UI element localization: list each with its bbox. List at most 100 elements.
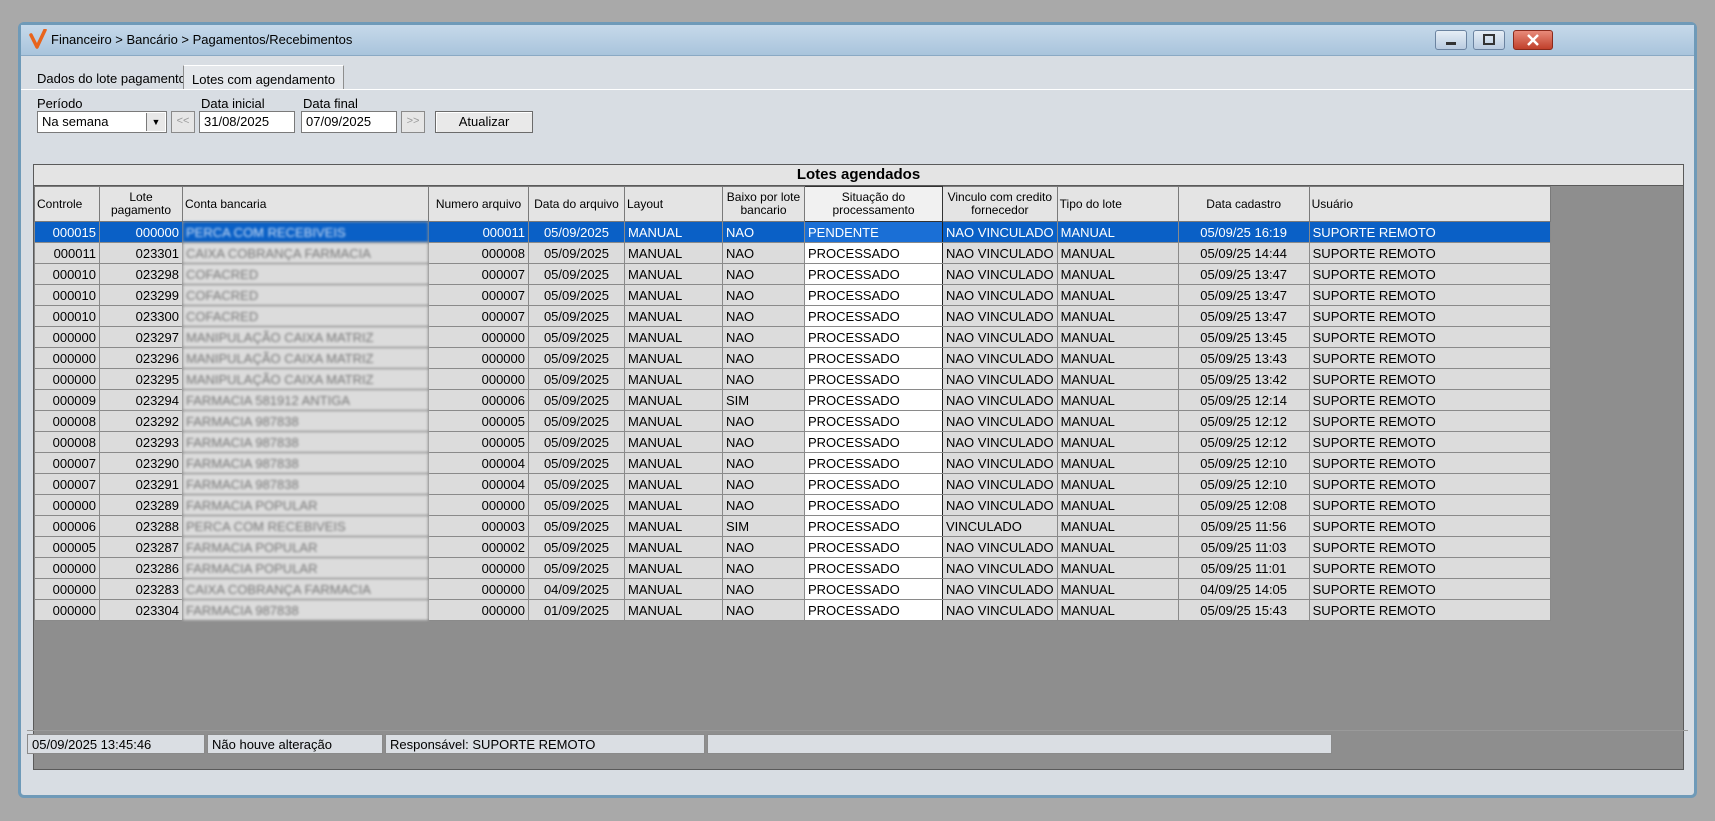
column-header-lote-pagamento[interactable]: Lote pagamento [99,186,183,222]
table-row[interactable]: 000008 023293 FARMACIA 987838 000005 05/09/2… [34,431,1551,453]
table-row[interactable]: 000009 023294 FARMACIA 581912 ANTIGA 000006… [34,389,1551,411]
table-row[interactable]: 000010 023298 COFACRED 000007 05/09/2025 MANU… [34,263,1551,285]
col-baixo-lote-cell: NAO [722,431,805,453]
prev-period-button[interactable]: << [171,111,195,133]
close-icon [1527,34,1539,46]
column-header-numero-arquivo[interactable]: Numero arquivo [428,186,529,222]
data-final-input[interactable]: 07/09/2025 [301,111,397,133]
column-header-situacao[interactable]: Situação do processamento [804,186,943,222]
col-data-arquivo-cell: 05/09/2025 [528,473,625,495]
col-baixo-lote-cell: NAO [722,263,805,285]
col-tipo-lote-cell: MANUAL [1056,536,1179,558]
col-conta-bancaria-cell: FARMACIA 987838 [182,599,429,621]
col-data-cadastro-cell: 05/09/25 11:01 [1177,557,1310,579]
col-tipo-lote-cell: MANUAL [1056,284,1179,306]
table-row[interactable]: 000010 023300 COFACRED 000007 05/09/2025 MANU… [34,305,1551,327]
periodo-select[interactable]: Na semana ▼ [37,111,167,133]
col-conta-bancaria-cell: FARMACIA 581912 ANTIGA [182,389,429,411]
col-vinculo-cell: NAO VINCULADO [942,389,1058,411]
restore-button[interactable] [1473,30,1505,50]
table-row[interactable]: 000007 023291 FARMACIA 987838 000004 05/09/2… [34,473,1551,495]
table-row[interactable]: 000010 023299 COFACRED 000007 05/09/2025 MANU… [34,284,1551,306]
column-header-data-arquivo[interactable]: Data do arquivo [528,186,625,222]
col-layout-cell: MANUAL [624,221,723,243]
col-conta-bancaria-cell: PERCA COM RECEBIVEIS [182,515,429,537]
col-usuario-cell: SUPORTE REMOTO [1308,410,1551,432]
data-inicial-input[interactable]: 31/08/2025 [199,111,295,133]
table-row[interactable]: 000005 023287 FARMACIA POPULAR 000002 05/09/… [34,536,1551,558]
col-vinculo-cell: NAO VINCULADO [942,242,1058,264]
minimize-button[interactable] [1435,30,1467,50]
atualizar-button[interactable]: Atualizar [435,111,533,133]
col-baixo-lote-cell: NAO [722,536,805,558]
col-usuario-cell: SUPORTE REMOTO [1308,473,1551,495]
col-data-arquivo-cell: 05/09/2025 [528,431,625,453]
col-situacao-cell: PROCESSADO [804,578,943,600]
col-vinculo-cell: NAO VINCULADO [942,557,1058,579]
col-situacao-cell: PROCESSADO [804,305,943,327]
table-row[interactable]: 000015 000000 PERCA COM RECEBIVEIS 000011 05… [34,221,1551,243]
table-row[interactable]: 000008 023292 FARMACIA 987838 000005 05/09/2… [34,410,1551,432]
table-row[interactable]: 000000 023295 MANIPULAÇÃO CAIXA MATRIZ 0000… [34,368,1551,390]
table-row[interactable]: 000000 023297 MANIPULAÇÃO CAIXA MATRIZ 0000… [34,326,1551,348]
col-usuario-cell: SUPORTE REMOTO [1308,599,1551,621]
table-row[interactable]: 000000 023283 CAIXA COBRANÇA FARMACIA 00000… [34,578,1551,600]
next-period-button[interactable]: >> [401,111,425,133]
col-data-cadastro-cell: 05/09/25 14:44 [1177,242,1310,264]
col-numero-arquivo-cell: 000006 [428,389,529,411]
table-row[interactable]: 000011 023301 CAIXA COBRANÇA FARMACIA 00000… [34,242,1551,264]
col-vinculo-cell: NAO VINCULADO [942,221,1058,243]
col-data-cadastro-cell: 05/09/25 13:47 [1177,305,1310,327]
col-layout-cell: MANUAL [624,599,723,621]
col-baixo-lote-cell: SIM [722,515,805,537]
col-data-cadastro-cell: 05/09/25 16:19 [1177,221,1310,243]
col-controle-cell: 000007 [34,452,100,474]
col-lote-pagamento-cell: 023293 [99,431,183,453]
periodo-value: Na semana [42,114,109,129]
col-controle-cell: 000010 [34,263,100,285]
tab-dados-lote[interactable]: Dados do lote pagamento [29,65,194,89]
col-baixo-lote-cell: NAO [722,347,805,369]
col-usuario-cell: SUPORTE REMOTO [1308,431,1551,453]
column-header-controle[interactable]: Controle [34,186,100,222]
column-header-baixo-lote[interactable]: Baixo por lote bancario [722,186,805,222]
table-row[interactable]: 000000 023286 FARMACIA POPULAR 000000 05/09/… [34,557,1551,579]
close-button[interactable] [1513,30,1553,50]
table-row[interactable]: 000007 023290 FARMACIA 987838 000004 05/09/2… [34,452,1551,474]
col-vinculo-cell: NAO VINCULADO [942,410,1058,432]
col-situacao-cell: PROCESSADO [804,368,943,390]
col-baixo-lote-cell: NAO [722,452,805,474]
column-header-layout[interactable]: Layout [624,186,723,222]
col-usuario-cell: SUPORTE REMOTO [1308,515,1551,537]
column-header-vinculo[interactable]: Vinculo com credito fornecedor [942,186,1058,222]
col-conta-bancaria-cell: COFACRED [182,263,429,285]
table-row[interactable]: 000000 023289 FARMACIA POPULAR 000000 05/09/… [34,494,1551,516]
col-baixo-lote-cell: NAO [722,557,805,579]
col-numero-arquivo-cell: 000000 [428,557,529,579]
col-usuario-cell: SUPORTE REMOTO [1308,305,1551,327]
column-header-conta-bancaria[interactable]: Conta bancaria [182,186,429,222]
col-baixo-lote-cell: NAO [722,599,805,621]
col-numero-arquivo-cell: 000000 [428,599,529,621]
periodo-label: Período [37,96,83,111]
col-usuario-cell: SUPORTE REMOTO [1308,536,1551,558]
table-row[interactable]: 000000 023304 FARMACIA 987838 000000 01/09/2… [34,599,1551,621]
tab-lotes-agendamento[interactable]: Lotes com agendamento [183,65,345,89]
col-vinculo-cell: NAO VINCULADO [942,284,1058,306]
col-baixo-lote-cell: SIM [722,389,805,411]
col-conta-bancaria-cell: FARMACIA 987838 [182,431,429,453]
chevron-down-icon[interactable]: ▼ [146,113,165,131]
col-tipo-lote-cell: MANUAL [1056,410,1179,432]
col-baixo-lote-cell: NAO [722,473,805,495]
column-header-data-cadastro[interactable]: Data cadastro [1177,186,1310,222]
col-conta-bancaria-cell: PERCA COM RECEBIVEIS [182,221,429,243]
col-controle-cell: 000011 [34,242,100,264]
col-conta-bancaria-cell: FARMACIA 987838 [182,473,429,495]
column-header-usuario[interactable]: Usuário [1308,186,1551,222]
col-controle-cell: 000015 [34,221,100,243]
title-bar[interactable]: Financeiro > Bancário > Pagamentos/Receb… [21,25,1694,56]
column-header-tipo-lote[interactable]: Tipo do lote [1056,186,1179,222]
col-layout-cell: MANUAL [624,242,723,264]
table-row[interactable]: 000006 023288 PERCA COM RECEBIVEIS 000003 05… [34,515,1551,537]
table-row[interactable]: 000000 023296 MANIPULAÇÃO CAIXA MATRIZ 0000… [34,347,1551,369]
